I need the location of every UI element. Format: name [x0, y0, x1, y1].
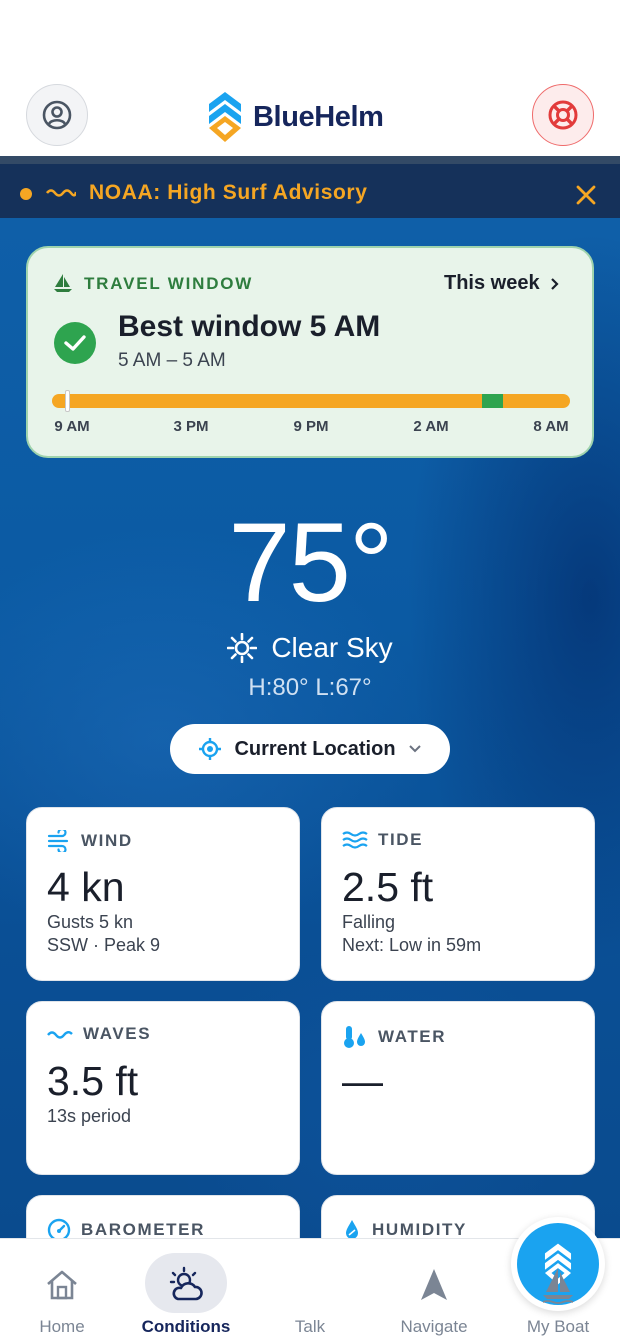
travel-window-timeline[interactable] — [52, 390, 570, 412]
wind-card[interactable]: WIND 4 kn Gusts 5 kn SSW · Peak 9 — [26, 807, 300, 981]
lifebuoy-icon — [548, 100, 578, 130]
humidity-drop-icon — [346, 1220, 358, 1238]
this-week-link[interactable]: This week — [444, 272, 560, 295]
wind-direction: SSW · Peak 9 — [47, 935, 161, 955]
app-logo: BlueHelm — [205, 90, 384, 144]
chevron-down-icon — [408, 745, 421, 753]
travel-window-card[interactable]: TRAVEL WINDOW This week Best window 5 AM… — [26, 246, 594, 458]
sky-condition: Clear Sky — [0, 632, 620, 664]
location-target-icon — [199, 738, 222, 760]
water-label: WATER — [378, 1027, 447, 1046]
home-icon — [47, 1270, 77, 1300]
timeline-tick: 2 AM — [413, 418, 449, 435]
tide-label: TIDE — [378, 830, 424, 849]
location-label: Current Location — [234, 737, 396, 760]
wind-icon — [47, 830, 69, 852]
timeline-tick: 9 PM — [293, 418, 329, 435]
profile-button[interactable] — [26, 84, 88, 146]
sky-condition-text: Clear Sky — [271, 632, 393, 663]
sailboat-icon — [542, 1268, 574, 1304]
waves-label: WAVES — [83, 1024, 152, 1043]
partly-cloudy-icon — [169, 1266, 203, 1301]
humidity-label: HUMIDITY — [372, 1220, 467, 1238]
water-value: — — [342, 1058, 383, 1104]
wind-gusts: Gusts 5 kn — [47, 912, 134, 932]
wave-icon — [47, 1031, 73, 1039]
tab-my-boat-label: My Boat — [526, 1317, 590, 1336]
waves-period: 13s period — [47, 1106, 132, 1126]
tab-my-boat[interactable]: My Boat — [496, 1239, 620, 1342]
conditions-view: TRAVEL WINDOW This week Best window 5 AM… — [0, 218, 620, 1238]
bottom-tab-bar: Home Conditions Talk Navigate My Boat — [0, 1217, 620, 1342]
timeline-tick: 9 AM — [54, 418, 90, 435]
high-low-temperature: H:80° L:67° — [248, 674, 372, 701]
best-window-range: 5 AM – 5 AM — [118, 350, 226, 371]
tab-navigate[interactable]: Navigate — [372, 1239, 496, 1342]
gauge-icon — [47, 1218, 71, 1238]
current-temperature: 75° — [228, 500, 393, 625]
advisory-text: NOAA: High Surf Advisory — [89, 181, 368, 204]
barometer-card[interactable]: BAROMETER — [26, 1195, 300, 1238]
tab-talk-label: Talk — [294, 1317, 326, 1336]
timeline-tick: 8 AM — [533, 418, 569, 435]
tide-trend: Falling — [342, 912, 396, 932]
this-week-label: This week — [444, 272, 540, 294]
alert-status-dot — [20, 188, 32, 200]
advisory-banner[interactable]: NOAA: High Surf Advisory — [0, 156, 620, 218]
navigation-arrow-icon — [421, 1269, 447, 1300]
sos-help-button[interactable] — [532, 84, 594, 146]
best-window-title: Best window 5 AM — [118, 310, 381, 343]
location-selector[interactable]: Current Location — [170, 724, 450, 774]
barometer-label: BAROMETER — [81, 1220, 205, 1238]
tab-home[interactable]: Home — [0, 1239, 124, 1342]
chevron-right-icon — [550, 277, 559, 290]
best-window-segment — [481, 394, 503, 408]
waves-card[interactable]: WAVES 3.5 ft 13s period — [26, 1001, 300, 1175]
travel-window-label: TRAVEL WINDOW — [84, 274, 254, 293]
close-icon[interactable] — [574, 183, 598, 207]
tab-navigate-label: Navigate — [400, 1317, 468, 1336]
tide-card[interactable]: TIDE 2.5 ft Falling Next: Low in 59m — [321, 807, 595, 981]
timeline-tick: 3 PM — [173, 418, 209, 435]
sun-icon — [227, 633, 258, 663]
tab-home-label: Home — [39, 1317, 85, 1336]
tide-icon — [342, 831, 368, 849]
wind-label: WIND — [81, 831, 133, 850]
tide-value: 2.5 ft — [342, 864, 434, 910]
user-circle-icon — [42, 100, 72, 130]
wind-value: 4 kn — [47, 864, 125, 910]
water-temperature-icon — [344, 1026, 365, 1048]
water-card[interactable]: WATER — — [321, 1001, 595, 1175]
check-circle-icon — [54, 322, 96, 364]
app-header: BlueHelm — [0, 0, 620, 156]
tab-conditions-label: Conditions — [141, 1317, 231, 1336]
current-time-marker — [64, 390, 70, 412]
tab-talk[interactable]: Talk — [248, 1217, 605, 1342]
wave-icon — [46, 189, 76, 197]
waves-value: 3.5 ft — [47, 1058, 139, 1104]
sailboat-icon — [54, 274, 72, 292]
helm-logo-icon — [209, 92, 241, 142]
tide-next: Next: Low in 59m — [342, 935, 482, 955]
app-name: BlueHelm — [253, 100, 384, 133]
tab-conditions[interactable]: Conditions — [124, 1239, 248, 1342]
